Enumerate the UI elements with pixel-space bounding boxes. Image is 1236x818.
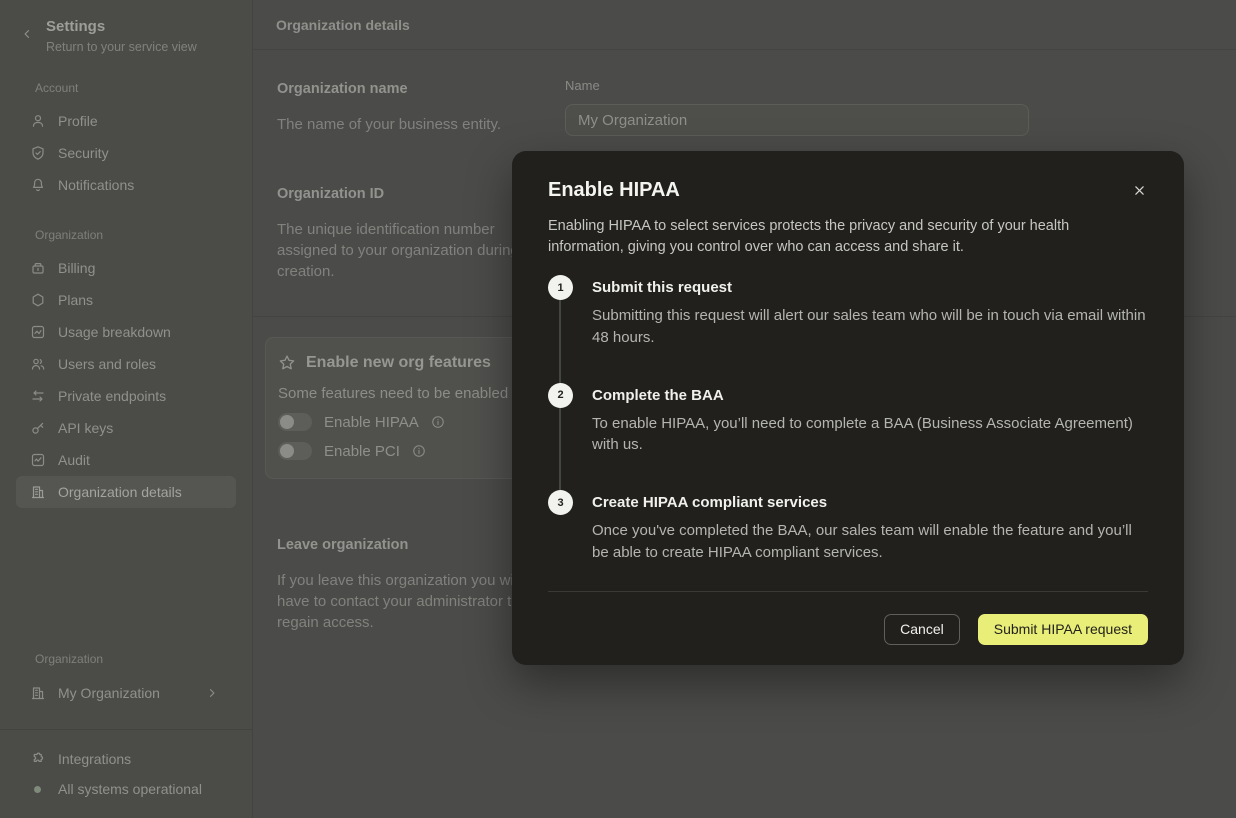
- steps-list: 1 Submit this request Submitting this re…: [548, 275, 1148, 564]
- sidebar-item-usage-breakdown[interactable]: Usage breakdown: [16, 316, 236, 348]
- sidebar-item-label: Private endpoints: [58, 388, 166, 404]
- cancel-button[interactable]: Cancel: [884, 614, 960, 645]
- sidebar-item-users-and-roles[interactable]: Users and roles: [16, 348, 236, 380]
- sidebar-item-label: Organization details: [58, 484, 182, 500]
- sidebar-item-security[interactable]: Security: [16, 137, 236, 169]
- sidebar-item-private-endpoints[interactable]: Private endpoints: [16, 380, 236, 412]
- sidebar-item-label: Notifications: [58, 177, 134, 193]
- sidebar-item-label: Security: [58, 145, 109, 161]
- sidebar-item-api-keys[interactable]: API keys: [16, 412, 236, 444]
- back-chevron-icon[interactable]: [21, 28, 33, 40]
- sidebar: Settings Return to your service view Acc…: [0, 0, 253, 818]
- info-icon[interactable]: [412, 444, 426, 458]
- close-icon[interactable]: [1128, 179, 1150, 201]
- users-icon: [30, 356, 46, 372]
- leave-org-description: If you leave this organization you will …: [277, 570, 541, 633]
- hipaa-toggle-label: Enable HIPAA: [324, 414, 419, 431]
- enable-hipaa-modal: Enable HIPAA Enabling HIPAA to select se…: [512, 151, 1184, 665]
- section-label-organization: Organization: [0, 228, 252, 242]
- sidebar-item-profile[interactable]: Profile: [16, 105, 236, 137]
- enable-pci-toggle[interactable]: [278, 442, 312, 460]
- org-name-description: The name of your business entity.: [277, 114, 541, 135]
- toggle-knob: [280, 444, 294, 458]
- name-field-label: Name: [565, 78, 1212, 93]
- building-icon: [30, 685, 46, 701]
- settings-title: Settings: [46, 18, 236, 35]
- pci-toggle-label: Enable PCI: [324, 443, 400, 460]
- org-switcher-label: My Organization: [58, 685, 160, 701]
- building-icon: [30, 484, 46, 500]
- modal-title: Enable HIPAA: [548, 179, 1148, 202]
- toggle-knob: [280, 415, 294, 429]
- enable-hipaa-toggle[interactable]: [278, 413, 312, 431]
- org-id-description: The unique identification number assigne…: [277, 219, 541, 282]
- status-dot-icon: [34, 786, 41, 793]
- modal-footer: Cancel Submit HIPAA request: [548, 614, 1148, 645]
- page-header: Organization details: [253, 0, 1236, 50]
- status-label: All systems operational: [58, 781, 202, 797]
- sidebar-item-notifications[interactable]: Notifications: [16, 169, 236, 201]
- sidebar-item-organization-details[interactable]: Organization details: [16, 476, 236, 508]
- sidebar-item-integrations[interactable]: Integrations: [16, 744, 236, 774]
- step-number-badge: 1: [548, 275, 573, 300]
- system-status[interactable]: All systems operational: [16, 774, 236, 804]
- step-title: Create HIPAA compliant services: [592, 490, 1148, 511]
- sidebar-item-billing[interactable]: Billing: [16, 252, 236, 284]
- sidebar-item-label: Integrations: [58, 751, 131, 767]
- sidebar-item-label: Plans: [58, 292, 93, 308]
- step-2: 2 Complete the BAA To enable HIPAA, you’…: [548, 383, 1148, 457]
- bell-icon: [30, 177, 46, 193]
- chevron-right-icon: [206, 687, 218, 699]
- page-title: Organization details: [276, 17, 410, 33]
- section-label-organization-footer: Organization: [0, 652, 252, 666]
- sidebar-item-label: Usage breakdown: [58, 324, 171, 340]
- sidebar-item-plans[interactable]: Plans: [16, 284, 236, 316]
- puzzle-icon: [30, 751, 46, 767]
- org-id-title: Organization ID: [277, 186, 541, 202]
- sidebar-footer: Organization My Organization Integration…: [0, 652, 252, 804]
- org-name-input[interactable]: [565, 104, 1029, 136]
- features-card-title: Enable new org features: [306, 354, 491, 372]
- org-name-title: Organization name: [277, 81, 541, 97]
- org-name-section: Organization name The name of your busin…: [277, 81, 1212, 136]
- chart-icon: [30, 324, 46, 340]
- audit-icon: [30, 452, 46, 468]
- org-switcher[interactable]: My Organization: [16, 677, 236, 709]
- sidebar-divider: [0, 729, 252, 730]
- modal-footer-divider: [548, 591, 1148, 592]
- arrows-icon: [30, 388, 46, 404]
- sidebar-item-label: Billing: [58, 260, 95, 276]
- step-description: To enable HIPAA, you’ll need to complete…: [592, 413, 1148, 457]
- step-number-badge: 2: [548, 383, 573, 408]
- sidebar-item-label: API keys: [58, 420, 113, 436]
- leave-org-title: Leave organization: [277, 537, 541, 553]
- step-1: 1 Submit this request Submitting this re…: [548, 275, 1148, 349]
- info-icon[interactable]: [431, 415, 445, 429]
- step-title: Complete the BAA: [592, 383, 1148, 404]
- step-3: 3 Create HIPAA compliant services Once y…: [548, 490, 1148, 564]
- hexagon-icon: [30, 292, 46, 308]
- step-title: Submit this request: [592, 275, 1148, 296]
- shield-icon: [30, 145, 46, 161]
- modal-description: Enabling HIPAA to select services protec…: [548, 216, 1106, 257]
- sidebar-item-label: Profile: [58, 113, 98, 129]
- step-description: Once you've completed the BAA, our sales…: [592, 520, 1148, 564]
- sidebar-item-label: Users and roles: [58, 356, 156, 372]
- user-icon: [30, 113, 46, 129]
- star-icon: [278, 354, 296, 372]
- step-number-badge: 3: [548, 490, 573, 515]
- section-label-account: Account: [0, 81, 252, 95]
- sidebar-item-label: Audit: [58, 452, 90, 468]
- settings-subtitle[interactable]: Return to your service view: [46, 40, 236, 54]
- sidebar-header: Settings Return to your service view: [0, 0, 252, 54]
- submit-hipaa-request-button[interactable]: Submit HIPAA request: [978, 614, 1148, 645]
- key-icon: [30, 420, 46, 436]
- billing-icon: [30, 260, 46, 276]
- sidebar-item-audit[interactable]: Audit: [16, 444, 236, 476]
- step-description: Submitting this request will alert our s…: [592, 305, 1148, 349]
